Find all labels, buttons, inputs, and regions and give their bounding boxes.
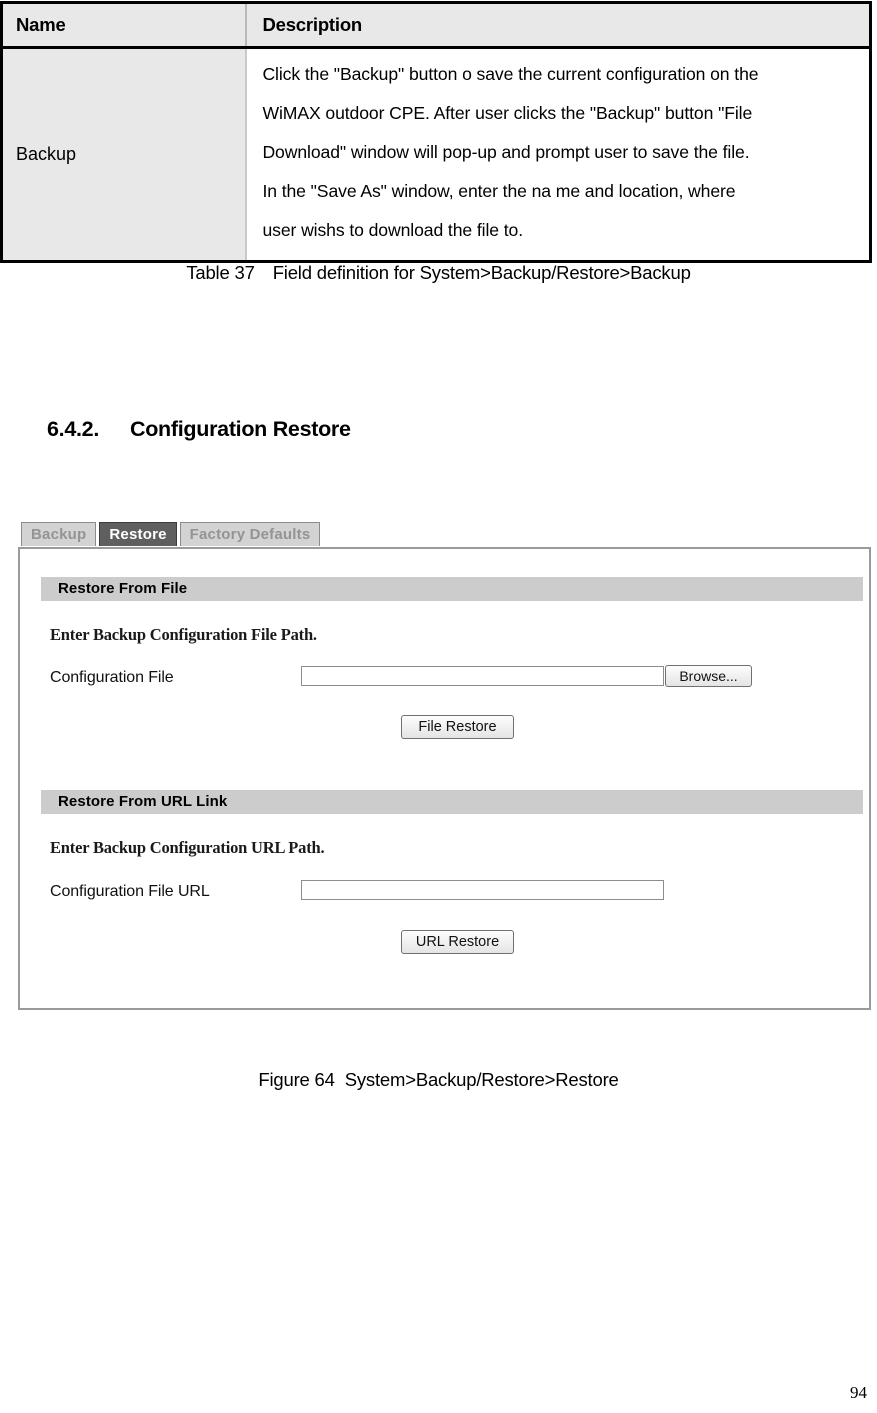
tab-factory-defaults[interactable]: Factory Defaults <box>179 522 321 546</box>
description-line: Download" window will pop-up and prompt … <box>262 142 750 162</box>
configuration-file-input[interactable] <box>301 666 664 686</box>
section-number: 6.4.2. <box>47 417 99 441</box>
description-line: Click the "Backup" button o save the cur… <box>262 64 759 84</box>
configuration-file-url-input[interactable] <box>301 880 664 900</box>
figure-caption: Figure 64 System>Backup/Restore>Restore <box>0 1069 877 1091</box>
table-caption-label: Table 37 <box>186 262 255 283</box>
table-row: Backup Click the "Backup" button o save … <box>1 47 871 262</box>
description-line: In the "Save As" window, enter the na me… <box>262 181 736 201</box>
figure-caption-text: System>Backup/Restore>Restore <box>344 1069 619 1090</box>
tab-backup[interactable]: Backup <box>21 522 97 546</box>
section-title: Configuration Restore <box>130 417 351 441</box>
url-restore-button[interactable]: URL Restore <box>401 930 514 954</box>
label-configuration-file: Configuration File <box>50 669 174 686</box>
section-header-restore-from-file: Restore From File <box>41 577 863 601</box>
table-caption-text: Field definition for System>Backup/Resto… <box>272 262 691 283</box>
cell-name: Backup <box>1 47 248 262</box>
tab-restore[interactable]: Restore <box>99 522 177 546</box>
figure-caption-label: Figure 64 <box>258 1069 335 1090</box>
section-header-restore-from-url: Restore From URL Link <box>41 790 863 814</box>
label-configuration-file-url: Configuration File URL <box>50 883 210 900</box>
section-heading: 6.4.2. Configuration Restore <box>47 417 351 442</box>
restore-panel: Restore From File Enter Backup Configura… <box>18 547 871 1010</box>
description-line: user wishs to download the file to. <box>262 220 524 240</box>
field-definition-table: Name Description Backup Click the "Backu… <box>0 1 872 263</box>
table-caption: Table 37 Field definition for System>Back… <box>0 262 877 284</box>
cell-description: Click the "Backup" button o save the cur… <box>246 47 871 262</box>
hint-file-path: Enter Backup Configuration File Path. <box>50 625 317 644</box>
column-header-description: Description <box>245 2 871 49</box>
description-line: WiMAX outdoor CPE. After user clicks the… <box>262 103 753 123</box>
tab-bar: Backup Restore Factory Defaults <box>21 522 323 548</box>
browse-button[interactable]: Browse... <box>665 665 752 687</box>
page-number: 94 <box>850 1383 867 1402</box>
file-restore-button[interactable]: File Restore <box>401 715 514 739</box>
hint-url-path: Enter Backup Configuration URL Path. <box>50 838 325 857</box>
table-header-row: Name Description <box>1 2 871 49</box>
column-header-name: Name <box>1 2 247 49</box>
embedded-ui-screenshot: Backup Restore Factory Defaults Restore … <box>18 522 872 1012</box>
